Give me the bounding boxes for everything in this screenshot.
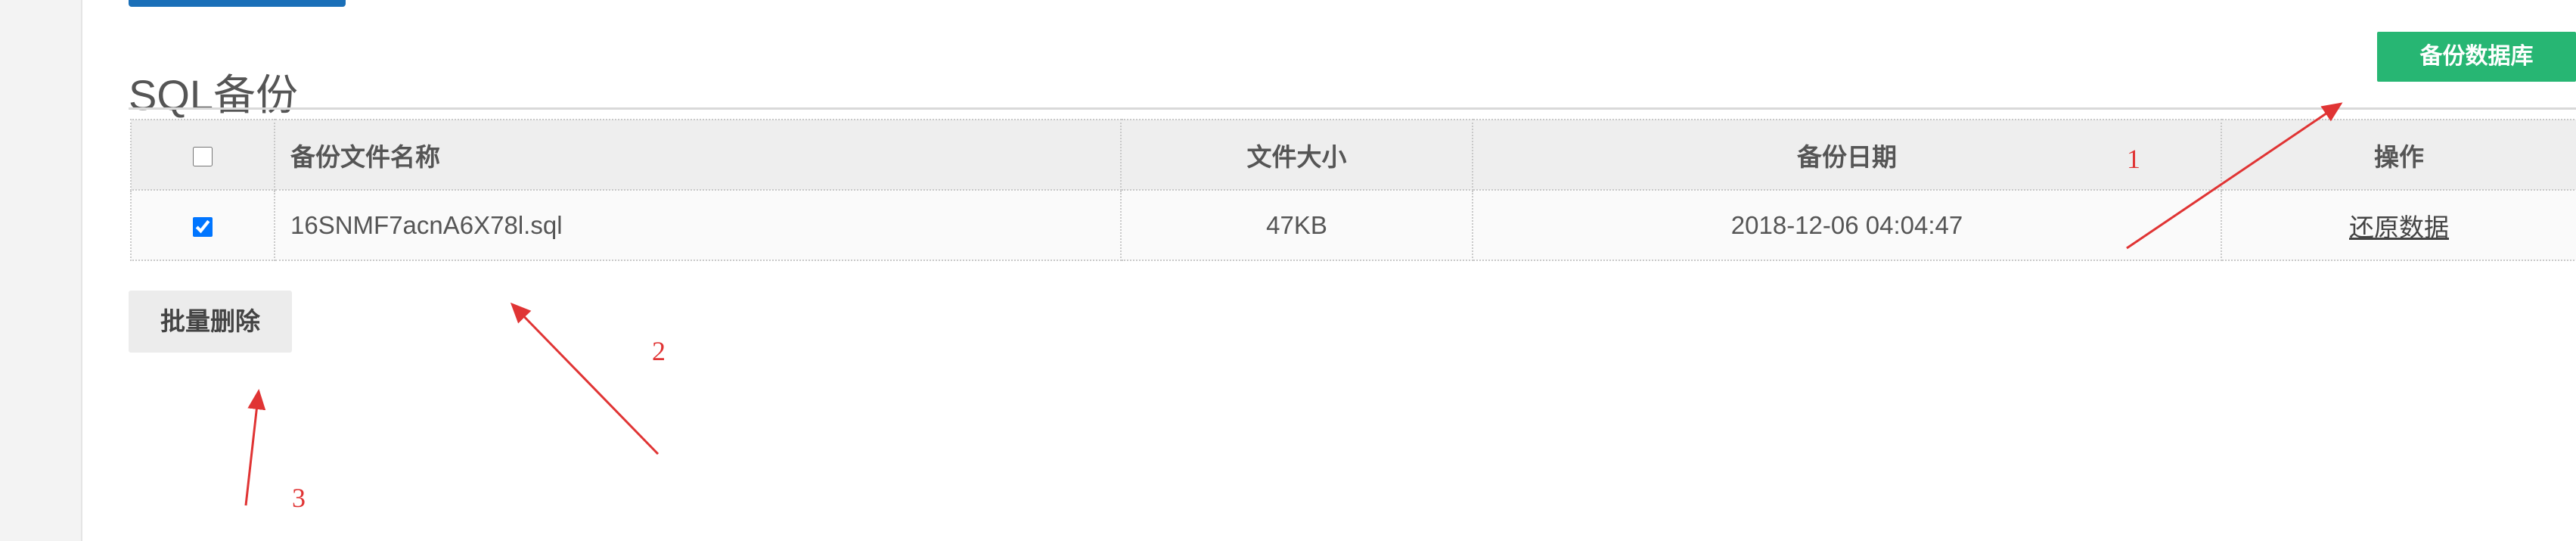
page-title: SQL备份: [129, 70, 299, 119]
table-header-row: 备份文件名称 文件大小 备份日期 操作: [130, 119, 2576, 191]
backup-filename: 16SNMF7acnA6X78l.sql: [274, 189, 1122, 261]
backup-date: 2018-12-06 04:04:47: [1472, 189, 2222, 261]
sidebar-rail: [0, 0, 82, 541]
sql-backup-page: SQL备份 备份数据库 备份文件名称 文件大小 备份日期 操作 16SNMF7a…: [0, 0, 2576, 541]
annotation-arrows: [244, 102, 2343, 506]
backup-database-button[interactable]: 备份数据库: [2377, 32, 2576, 82]
table-row: 16SNMF7acnA6X78l.sql 47KB 2018-12-06 04:…: [130, 189, 2576, 261]
backup-size: 47KB: [1120, 189, 1473, 261]
column-header-date: 备份日期: [1472, 119, 2222, 191]
row-action-cell: 还原数据: [2221, 189, 2576, 261]
column-header-action: 操作: [2221, 119, 2576, 191]
annotation-label-2: 2: [652, 336, 666, 366]
column-header-filename: 备份文件名称: [274, 119, 1122, 191]
annotation-arrow-2: [510, 302, 660, 455]
select-all-checkbox[interactable]: [193, 146, 213, 166]
annotation-arrow-3: [244, 389, 266, 506]
top-tab-indicator[interactable]: [129, 0, 346, 7]
column-header-size: 文件大小: [1120, 119, 1473, 191]
row-checkbox-cell: [130, 189, 275, 261]
row-checkbox[interactable]: [193, 216, 213, 237]
annotation-label-3: 3: [292, 483, 306, 513]
header-checkbox-cell: [130, 119, 275, 191]
title-divider: [129, 107, 2576, 110]
batch-delete-button[interactable]: 批量删除: [129, 291, 292, 353]
annotation-label-1: 1: [2127, 144, 2140, 174]
backup-table: 备份文件名称 文件大小 备份日期 操作 16SNMF7acnA6X78l.sql…: [130, 119, 2576, 261]
restore-data-link[interactable]: 还原数据: [2349, 213, 2449, 241]
